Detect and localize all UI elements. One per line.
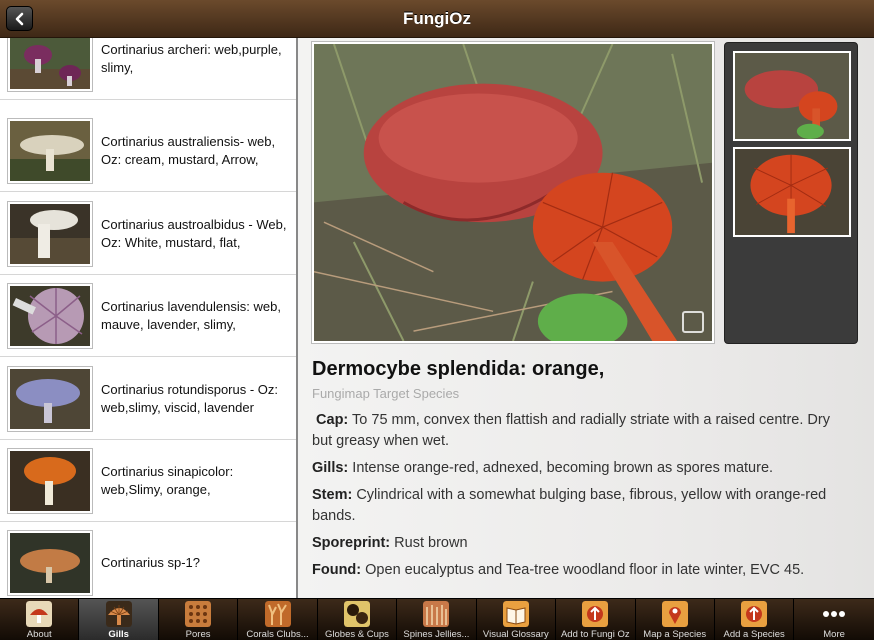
species-label: Cortinarius lavendulensis: web, mauve, l… bbox=[101, 298, 281, 332]
tab-label: Globes & Cups bbox=[325, 629, 389, 640]
tab-label: Pores bbox=[185, 629, 211, 640]
species-thumbnail bbox=[7, 117, 93, 184]
tab-gills[interactable]: Gills bbox=[79, 599, 159, 640]
field-label: Gills: bbox=[312, 460, 349, 476]
white-mushroom-icon bbox=[10, 203, 90, 264]
tab-bar: About Gills Pores Corals Clubs... Globes… bbox=[0, 598, 874, 640]
list-item[interactable]: Cortinarius archeri: web,purple, slimy, bbox=[0, 38, 296, 100]
mushroom-gills-thumbnail bbox=[735, 149, 849, 235]
photo-thumbnail[interactable] bbox=[733, 147, 851, 237]
cream-mushroom-icon bbox=[10, 120, 90, 181]
photo-thumbnail[interactable] bbox=[733, 51, 851, 141]
field-text: Rust brown bbox=[394, 535, 468, 551]
list-item[interactable]: Cortinarius austroalbidus - Web, Oz: Whi… bbox=[0, 193, 296, 275]
tab-map-a-species[interactable]: Map a Species bbox=[636, 599, 715, 640]
description-stem: Stem: Cylindrical with a somewhat bulgin… bbox=[312, 485, 842, 527]
species-thumbnail bbox=[7, 447, 93, 514]
photo-thumbnail-panel bbox=[724, 42, 858, 344]
pores-icon bbox=[185, 601, 212, 627]
tab-label: More bbox=[823, 629, 845, 640]
tab-label: Corals Clubs... bbox=[246, 629, 309, 640]
corals-icon bbox=[264, 601, 291, 627]
tab-corals[interactable]: Corals Clubs... bbox=[238, 599, 318, 640]
top-bar: FungiOz bbox=[0, 0, 874, 38]
more-dots-icon bbox=[823, 611, 846, 617]
tab-label: Visual Glossary bbox=[482, 629, 549, 640]
tab-add-to-fungi-oz[interactable]: Add to Fungi Oz bbox=[556, 599, 636, 640]
list-item[interactable]: Cortinarius lavendulensis: web, mauve, l… bbox=[0, 275, 296, 357]
species-subtitle: Fungimap Target Species bbox=[312, 386, 460, 401]
list-item[interactable]: Cortinarius sinapicolor: web,Slimy, oran… bbox=[0, 440, 296, 522]
species-thumbnail bbox=[7, 365, 93, 432]
field-text: Cylindrical with a somewhat bulging base… bbox=[312, 487, 827, 524]
description-cap: Cap: To 75 mm, convex then flattish and … bbox=[312, 410, 842, 452]
tab-label: Add to Fungi Oz bbox=[560, 629, 630, 640]
tab-spines[interactable]: Spines Jellies... bbox=[397, 599, 477, 640]
description-gills: Gills: Intense orange-red, adnexed, beco… bbox=[312, 458, 842, 479]
blue-lavender-mushroom-icon bbox=[10, 368, 90, 429]
field-label: Sporeprint: bbox=[312, 535, 391, 551]
field-label: Found: bbox=[312, 562, 362, 578]
species-label: Cortinarius sp-1? bbox=[101, 554, 200, 570]
spines-icon bbox=[423, 601, 450, 627]
species-description: Cap: To 75 mm, convex then flattish and … bbox=[312, 410, 842, 587]
tab-visual-glossary[interactable]: Visual Glossary bbox=[477, 599, 557, 640]
field-label: Stem: bbox=[312, 487, 353, 503]
species-label: Cortinarius archeri: web,purple, slimy, bbox=[101, 41, 282, 75]
tab-label: Gills bbox=[108, 629, 129, 640]
description-found: Found: Open eucalyptus and Tea-tree wood… bbox=[312, 560, 842, 581]
list-item[interactable]: Cortinarius australiensis- web, Oz: crea… bbox=[0, 110, 296, 192]
brown-mushroom-icon bbox=[10, 532, 90, 593]
book-icon bbox=[502, 601, 529, 627]
tab-pores[interactable]: Pores bbox=[159, 599, 239, 640]
species-label: Cortinarius austroalbidus - Web, Oz: Whi… bbox=[101, 216, 287, 250]
tab-add-a-species[interactable]: Add a Species bbox=[715, 599, 795, 640]
main-mushroom-photo bbox=[314, 44, 712, 341]
about-mushroom-icon bbox=[26, 601, 53, 627]
species-thumbnail bbox=[7, 38, 93, 92]
field-text: Open eucalyptus and Tea-tree woodland fl… bbox=[365, 562, 805, 578]
field-text: To 75 mm, convex then flattish and radia… bbox=[312, 412, 830, 449]
list-item[interactable]: Cortinarius rotundisporus - Oz: web,slim… bbox=[0, 358, 296, 440]
main-photo[interactable] bbox=[311, 41, 715, 344]
add-fungi-icon bbox=[582, 601, 609, 627]
description-sporeprint: Sporeprint: Rust brown bbox=[312, 533, 842, 554]
field-text: Intense orange-red, adnexed, becoming br… bbox=[352, 460, 774, 476]
globes-icon bbox=[343, 601, 370, 627]
species-label: Cortinarius sinapicolor: web,Slimy, oran… bbox=[101, 463, 234, 497]
map-pin-icon bbox=[661, 601, 688, 627]
app-title: FungiOz bbox=[403, 9, 471, 28]
tab-globes[interactable]: Globes & Cups bbox=[318, 599, 398, 640]
species-thumbnail bbox=[7, 282, 93, 349]
species-thumbnail bbox=[7, 529, 93, 596]
species-name: Dermocybe splendida: orange, bbox=[312, 358, 605, 380]
lavender-mushroom-icon bbox=[10, 285, 90, 346]
gills-icon bbox=[105, 601, 132, 627]
mushroom-cap-thumbnail bbox=[735, 53, 849, 139]
species-label: Cortinarius rotundisporus - Oz: web,slim… bbox=[101, 381, 279, 415]
tab-more[interactable]: More bbox=[794, 599, 873, 640]
species-label: Cortinarius australiensis- web, Oz: crea… bbox=[101, 133, 276, 167]
field-label: Cap: bbox=[316, 412, 349, 428]
species-thumbnail bbox=[7, 200, 93, 267]
purple-mushroom-icon bbox=[10, 38, 90, 89]
tab-about[interactable]: About bbox=[0, 599, 80, 640]
add-species-icon bbox=[741, 601, 768, 627]
tab-label: Add a Species bbox=[723, 629, 785, 640]
species-list[interactable]: Cortinarius archeri: web,purple, slimy, … bbox=[0, 38, 298, 598]
tab-label: About bbox=[26, 629, 52, 640]
expand-photo-icon[interactable] bbox=[682, 311, 704, 333]
tab-label: Spines Jellies... bbox=[403, 629, 470, 640]
list-item[interactable]: Cortinarius sp-1? bbox=[0, 522, 296, 598]
detail-pane: Dermocybe splendida: orange, Fungimap Ta… bbox=[298, 38, 874, 598]
orange-mushroom-icon bbox=[10, 450, 90, 511]
tab-label: Map a Species bbox=[643, 629, 707, 640]
